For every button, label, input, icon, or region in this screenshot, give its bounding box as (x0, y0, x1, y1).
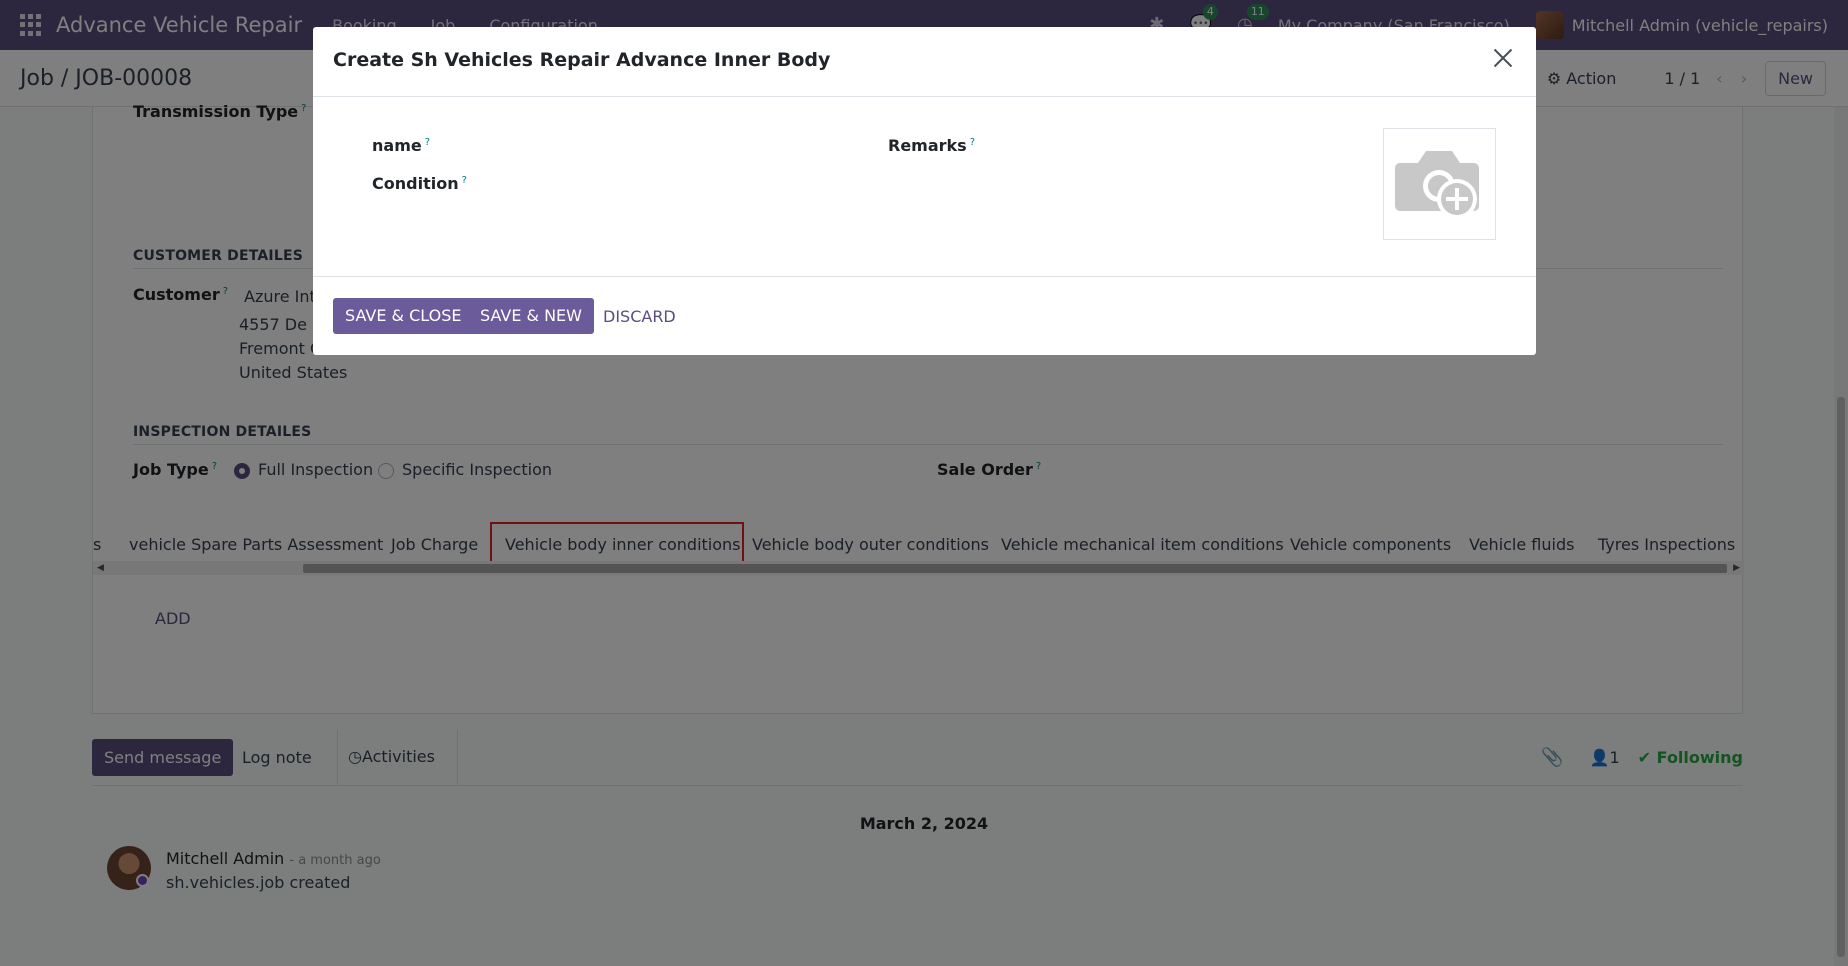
condition-field-label: Condition? (372, 174, 467, 193)
modal-footer: SAVE & CLOSE SAVE & NEW DISCARD (313, 278, 1536, 355)
modal-header: Create Sh Vehicles Repair Advance Inner … (313, 27, 1536, 97)
camera-add-icon (1395, 151, 1479, 219)
help-icon[interactable]: ? (462, 175, 467, 186)
remarks-field-label: Remarks? (888, 136, 976, 155)
create-inner-body-dialog: Create Sh Vehicles Repair Advance Inner … (313, 27, 1536, 355)
name-field-label: name? (372, 136, 431, 155)
save-new-button[interactable]: SAVE & NEW (468, 298, 594, 334)
save-close-button[interactable]: SAVE & CLOSE (333, 298, 474, 334)
help-icon[interactable]: ? (425, 137, 430, 148)
discard-button[interactable]: DISCARD (603, 307, 676, 326)
modal-body: name? Condition? Remarks? (313, 97, 1536, 277)
help-icon[interactable]: ? (970, 137, 975, 148)
modal-title: Create Sh Vehicles Repair Advance Inner … (333, 49, 831, 71)
close-icon[interactable] (1492, 47, 1514, 69)
image-upload-field[interactable] (1383, 128, 1496, 240)
